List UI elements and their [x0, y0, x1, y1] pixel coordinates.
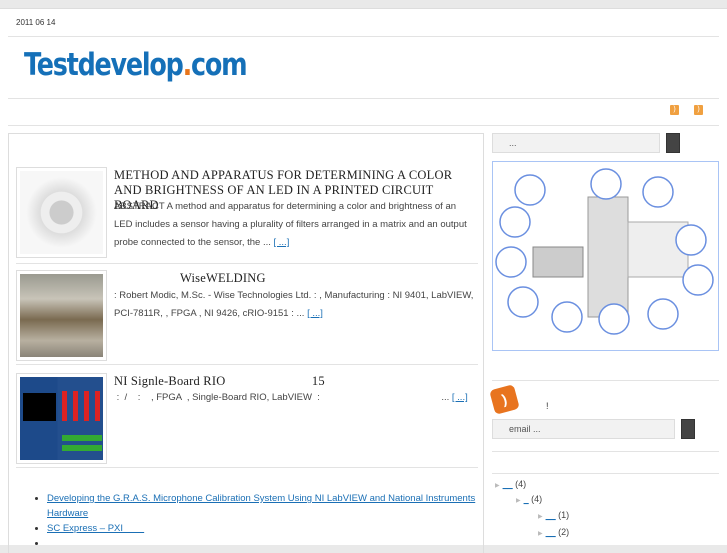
- list-item: Developing the G.R.A.S. Microphone Calib…: [47, 491, 477, 521]
- post-thumbnail[interactable]: [16, 270, 107, 361]
- post-title[interactable]: WiseWELDING: [114, 271, 479, 286]
- search-button[interactable]: [666, 133, 680, 153]
- category-link[interactable]: __: [546, 510, 556, 520]
- category-count: (1): [558, 510, 570, 520]
- post-excerpt: : Robert Modic, M.Sc. - Wise Technologie…: [114, 287, 474, 323]
- logo-dot: .: [182, 47, 193, 83]
- rss-feed-icon[interactable]: ): [489, 384, 520, 415]
- expand-arrow-icon[interactable]: ▶: [495, 483, 500, 489]
- date: 2011 06 14: [16, 18, 56, 27]
- post-excerpt: ABSTRACT A method and apparatus for dete…: [114, 198, 474, 252]
- excerpt-text: ABSTRACT A method and apparatus for dete…: [114, 201, 467, 248]
- category-item: ▶ _ (4): [516, 494, 542, 504]
- read-more-link[interactable]: [ ...]: [452, 392, 468, 403]
- divider: [492, 451, 719, 452]
- divider: [16, 467, 478, 468]
- post-thumbnail[interactable]: [16, 373, 107, 464]
- divider: [16, 263, 478, 264]
- logo-tld: com: [191, 47, 248, 83]
- category-item: ▶ __ (4): [495, 479, 526, 489]
- excerpt-text: : Robert Modic, M.Sc. - Wise Technologie…: [114, 290, 474, 319]
- category-item: ▶ __ (1): [538, 510, 569, 520]
- related-link[interactable]: Developing the G.R.A.S. Microphone Calib…: [47, 493, 475, 519]
- excerpt-text: : / : , FPGA , Single-Board RIO, LabVIEW…: [114, 392, 452, 403]
- related-link[interactable]: SC Express – PXI: [47, 523, 144, 534]
- category-link[interactable]: __: [546, 527, 556, 537]
- divider: [492, 380, 719, 381]
- rss-icon[interactable]: ): [670, 105, 679, 115]
- category-count: (4): [531, 494, 543, 504]
- divider: [16, 364, 478, 365]
- subscribe-text: !: [546, 401, 549, 411]
- divider: [8, 98, 719, 99]
- list-item: SC Express – PXI: [47, 521, 477, 536]
- post-thumbnail[interactable]: [16, 167, 107, 258]
- rss-comments-icon[interactable]: ): [694, 105, 703, 115]
- category-item: ▶ __ (2): [538, 527, 569, 537]
- category-link[interactable]: __: [503, 479, 513, 489]
- logo-text: Testdevelop: [24, 47, 184, 83]
- subscribe-button[interactable]: [681, 419, 695, 439]
- divider: [492, 473, 719, 474]
- read-more-link[interactable]: [ ...]: [307, 308, 323, 319]
- read-more-link[interactable]: [ ...]: [274, 237, 290, 248]
- category-count: (4): [515, 479, 527, 489]
- instruments-diagram: [495, 168, 714, 335]
- email-input[interactable]: email ...: [492, 419, 675, 439]
- main-content: METHOD AND APPARATUS FOR DETERMINING A C…: [8, 133, 484, 553]
- post-excerpt: : / : , FPGA , Single-Board RIO, LabVIEW…: [114, 389, 474, 407]
- search-input[interactable]: ...: [492, 133, 660, 153]
- divider: [8, 36, 719, 37]
- page: 2011 06 14 Testdevelop.com ) ) METHOD AN…: [0, 8, 727, 553]
- post-title[interactable]: NI Signle-Board RIO 15: [114, 374, 479, 389]
- related-links: Developing the G.R.A.S. Microphone Calib…: [47, 491, 477, 551]
- list-item: [47, 536, 477, 551]
- expand-arrow-icon[interactable]: ▶: [538, 531, 543, 537]
- expand-arrow-icon[interactable]: ▶: [538, 514, 543, 520]
- divider: [8, 125, 719, 126]
- sidebar-banner-image[interactable]: [492, 161, 719, 351]
- category-count: (2): [558, 527, 570, 537]
- expand-arrow-icon[interactable]: ▶: [516, 498, 521, 504]
- site-logo[interactable]: Testdevelop.com: [24, 47, 248, 83]
- category-link[interactable]: _: [524, 494, 529, 504]
